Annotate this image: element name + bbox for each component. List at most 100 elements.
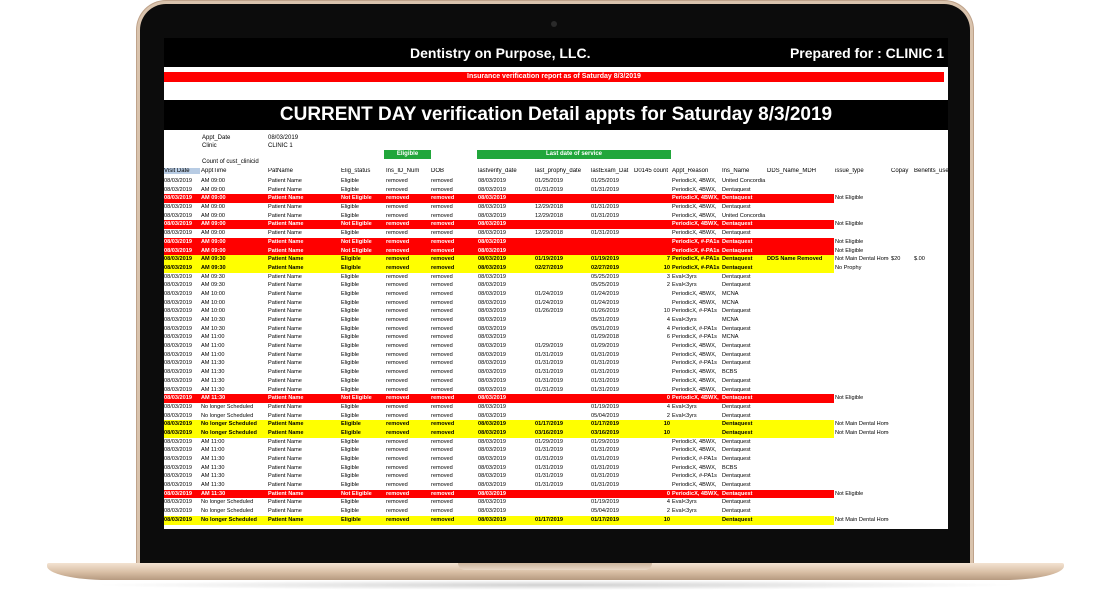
table-row[interactable]: 08/03/2019 AM 11:30 Patient Name Eligible re… [164, 377, 948, 386]
table-cell[interactable]: 08/03/2019 [164, 177, 200, 186]
table-cell[interactable]: Dentaquest [722, 438, 767, 447]
table-cell[interactable]: 2 [634, 507, 670, 516]
table-cell[interactable]: PeriodicX, 4BWX, [672, 229, 722, 238]
table-cell[interactable]: 08/03/2019 [478, 472, 534, 481]
table-cell[interactable]: removed [431, 333, 477, 342]
table-cell[interactable]: 01/24/2019 [535, 290, 591, 299]
table-cell[interactable]: removed [431, 255, 477, 264]
table-cell[interactable]: AM 11:00 [201, 446, 267, 455]
table-cell[interactable]: 08/03/2019 [478, 464, 534, 473]
table-cell[interactable]: 01/29/2019 [591, 438, 641, 447]
table-cell[interactable]: PeriodicX, #-PA1s [672, 238, 722, 247]
table-cell[interactable]: removed [386, 333, 430, 342]
table-cell[interactable]: 01/31/2019 [535, 351, 591, 360]
table-row[interactable]: 08/03/2019 AM 10:00 Patient Name Eligible re… [164, 307, 948, 316]
table-cell[interactable]: 01/29/2019 [535, 342, 591, 351]
table-cell[interactable]: 08/03/2019 [478, 247, 534, 256]
table-cell[interactable]: PeriodicX, #-PA1s [672, 472, 722, 481]
table-cell[interactable]: Patient Name [268, 325, 340, 334]
table-cell[interactable]: PeriodicX, 4BWX, [672, 386, 722, 395]
table-cell[interactable]: 01/17/2019 [535, 420, 591, 429]
table-cell[interactable]: Patient Name [268, 220, 340, 229]
table-row[interactable]: 08/03/2019 AM 11:00 Patient Name Eligible re… [164, 342, 948, 351]
table-cell[interactable]: removed [386, 342, 430, 351]
table-cell[interactable]: 08/03/2019 [478, 238, 534, 247]
column-header[interactable]: DDS_Name_MDH [767, 168, 833, 174]
table-cell[interactable]: No longer Scheduled [201, 429, 267, 438]
table-cell[interactable]: 08/03/2019 [478, 481, 534, 490]
table-cell[interactable]: PeriodicX, #-PA1s [672, 333, 722, 342]
table-cell[interactable]: Patient Name [268, 490, 340, 499]
table-cell[interactable]: removed [386, 212, 430, 221]
table-row[interactable]: 08/03/2019 AM 09:00 Patient Name Not Eligib… [164, 220, 948, 230]
table-cell[interactable]: Not Main Dental Home [835, 516, 889, 525]
table-cell[interactable]: 01/24/2019 [591, 290, 641, 299]
table-cell[interactable]: No Prophy [835, 264, 889, 273]
table-cell[interactable]: 01/24/2019 [591, 299, 641, 308]
table-cell[interactable]: 2 [634, 281, 670, 290]
table-cell[interactable]: Not Eligible [341, 194, 385, 203]
table-cell[interactable]: removed [386, 490, 430, 499]
table-row[interactable]: 08/03/2019 AM 11:30 Patient Name Eligible re… [164, 455, 948, 464]
table-cell[interactable]: 01/25/2019 [591, 177, 641, 186]
table-cell[interactable]: removed [431, 299, 477, 308]
table-row[interactable]: 08/03/2019 AM 11:00 Patient Name Eligible re… [164, 333, 948, 342]
table-cell[interactable]: 08/03/2019 [478, 186, 534, 195]
table-cell[interactable]: Eligible [341, 507, 385, 516]
table-cell[interactable]: 08/03/2019 [164, 507, 200, 516]
table-cell[interactable]: Patient Name [268, 368, 340, 377]
table-cell[interactable]: 10 [634, 429, 670, 438]
table-cell[interactable]: PeriodicX, 4BWX, [672, 351, 722, 360]
table-cell[interactable]: 3 [634, 273, 670, 282]
table-cell[interactable]: 01/31/2019 [591, 377, 641, 386]
table-cell[interactable]: Patient Name [268, 194, 340, 203]
table-row[interactable]: 08/03/2019 AM 11:30 Patient Name Eligible re… [164, 472, 948, 481]
table-cell[interactable]: 08/03/2019 [478, 220, 534, 229]
table-cell[interactable]: AM 11:30 [201, 481, 267, 490]
column-header[interactable]: Visit Date [164, 168, 200, 174]
table-cell[interactable]: Patient Name [268, 229, 340, 238]
table-cell[interactable]: removed [431, 368, 477, 377]
table-cell[interactable]: 01/31/2019 [591, 472, 641, 481]
table-cell[interactable]: Patient Name [268, 446, 340, 455]
table-cell[interactable]: removed [386, 403, 430, 412]
table-cell[interactable]: Eligible [341, 446, 385, 455]
table-cell[interactable]: 08/03/2019 [478, 446, 534, 455]
table-row[interactable]: 08/03/2019 AM 09:00 Patient Name Eligible re… [164, 212, 948, 221]
table-cell[interactable]: PeriodicX, 4BWX, [672, 203, 722, 212]
table-row[interactable]: 08/03/2019 AM 09:00 Patient Name Eligible re… [164, 186, 948, 195]
table-cell[interactable]: AM 10:00 [201, 299, 267, 308]
table-row[interactable]: 08/03/2019 AM 09:00 Patient Name Eligible re… [164, 203, 948, 212]
table-cell[interactable]: Not Main Dental Home [835, 420, 889, 429]
table-cell[interactable]: removed [386, 177, 430, 186]
table-cell[interactable]: Patient Name [268, 412, 340, 421]
table-cell[interactable]: Patient Name [268, 247, 340, 256]
table-cell[interactable]: AM 09:00 [201, 212, 267, 221]
table-cell[interactable]: 02/27/2019 [535, 264, 591, 273]
table-row[interactable]: 08/03/2019 AM 11:00 Patient Name Eligible re… [164, 446, 948, 455]
table-cell[interactable]: 08/03/2019 [478, 342, 534, 351]
column-header[interactable]: Benefits_used [914, 168, 948, 174]
table-cell[interactable]: 08/03/2019 [164, 516, 200, 525]
table-cell[interactable]: 01/26/2019 [535, 307, 591, 316]
table-cell[interactable]: 08/03/2019 [478, 273, 534, 282]
table-cell[interactable]: Dentaquest [722, 229, 767, 238]
column-header[interactable]: Appt_Reason [672, 168, 722, 174]
table-cell[interactable]: 01/31/2019 [535, 186, 591, 195]
table-cell[interactable]: 08/03/2019 [164, 212, 200, 221]
table-cell[interactable]: 08/03/2019 [478, 516, 534, 525]
table-cell[interactable]: 01/31/2019 [591, 229, 641, 238]
table-cell[interactable]: 08/03/2019 [164, 316, 200, 325]
table-row[interactable]: 08/03/2019 AM 10:30 Patient Name Eligible re… [164, 316, 948, 325]
table-cell[interactable]: Patient Name [268, 307, 340, 316]
table-cell[interactable]: Eligible [341, 273, 385, 282]
table-cell[interactable]: PeriodicX, 4BWX, [672, 377, 722, 386]
table-cell[interactable]: AM 09:30 [201, 281, 267, 290]
table-cell[interactable]: removed [386, 247, 430, 256]
table-cell[interactable]: 12/29/2018 [535, 203, 591, 212]
table-cell[interactable]: AM 10:30 [201, 316, 267, 325]
table-row[interactable]: 08/03/2019 AM 11:00 Patient Name Eligible re… [164, 351, 948, 360]
table-cell[interactable]: Dentaquest [722, 429, 767, 438]
table-row[interactable]: 08/03/2019 AM 09:00 Patient Name Not Eligib… [164, 194, 948, 204]
table-cell[interactable]: 4 [634, 325, 670, 334]
